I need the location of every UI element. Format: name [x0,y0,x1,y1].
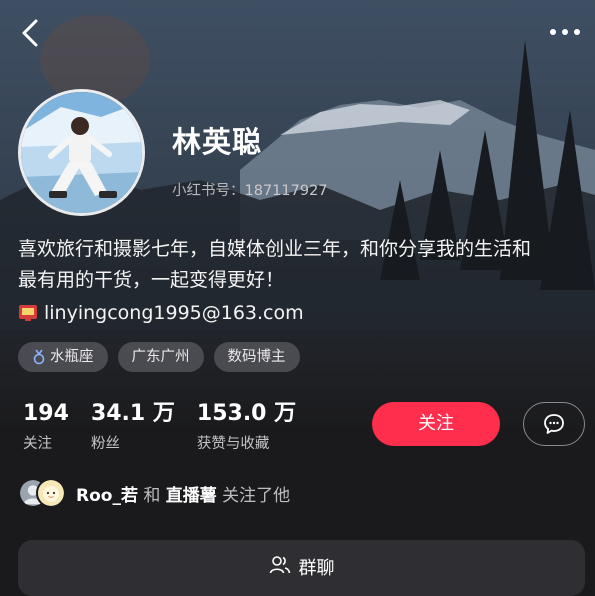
tag-location[interactable]: 广东广州 [117,342,204,372]
stat-label: 关注 [23,436,52,452]
stat-value: 34.1 万 [90,401,175,426]
message-button[interactable] [523,402,585,446]
stat-likes[interactable]: 153.0 万 获赞与收藏 [197,400,296,453]
back-button[interactable] [14,16,48,50]
red-id-value: 187117927 [244,183,328,199]
mutual-text: Roo_若 和 直播薯 关注了他 [76,481,290,506]
chevron-left-icon [22,19,38,47]
mail-icon [19,305,37,321]
follow-button[interactable]: 关注 [372,402,500,446]
bio-line: 喜欢旅行和摄影七年，自媒体创业三年，和你分享我的生活和 [18,238,532,260]
group-chat-button[interactable]: 群聊 [18,540,585,596]
more-button[interactable] [545,20,585,44]
red-id: 小红书号：187117927 [172,179,328,200]
more-horizontal-icon [550,29,580,35]
tag-label: 广东广州 [131,349,190,365]
group-users-icon [269,556,290,574]
avatar-photo [21,92,142,213]
mutual-user-2[interactable]: 直播薯 [166,486,217,506]
email-text: linyingcong1995@163.com [44,302,304,324]
stat-value: 153.0 万 [196,401,297,426]
stat-followers[interactable]: 34.1 万 粉丝 [91,400,175,453]
group-chat-label: 群聊 [298,558,335,579]
mutual-avatar [36,478,66,508]
red-id-label: 小红书号： [172,183,245,199]
stat-label: 粉丝 [90,436,120,452]
avatar[interactable] [18,89,145,216]
tag-label: 水瓶座 [50,349,94,365]
stat-value: 194 [23,401,69,426]
mutual-suffix: 关注了他 [222,485,291,506]
mutual-connector: 和 [143,485,161,506]
mutual-user-1[interactable]: Roo_若 [76,486,138,506]
mutual-followers[interactable]: Roo_若 和 直播薯 关注了他 [18,478,290,508]
message-bubble-icon [544,414,564,434]
profile-name: 林英聪 [172,125,263,159]
tag-zodiac[interactable]: 水瓶座 [18,342,108,372]
profile-bio: 喜欢旅行和摄影七年，自媒体创业三年，和你分享我的生活和 最有用的干货，一起变得更… [18,234,588,296]
tag-category[interactable]: 数码博主 [213,342,300,372]
stats-row: 194 关注 34.1 万 粉丝 153.0 万 获赞与收藏 [23,400,296,453]
stat-label: 获赞与收藏 [196,436,270,452]
email-row: linyingcong1995@163.com [18,302,304,324]
tag-list: 水瓶座 广东广州 数码博主 [18,342,300,372]
aquarius-symbol-icon [33,349,45,365]
bio-line: 最有用的干货，一起变得更好！ [18,269,285,291]
tag-label: 数码博主 [227,349,286,365]
stat-following[interactable]: 194 关注 [23,400,69,453]
